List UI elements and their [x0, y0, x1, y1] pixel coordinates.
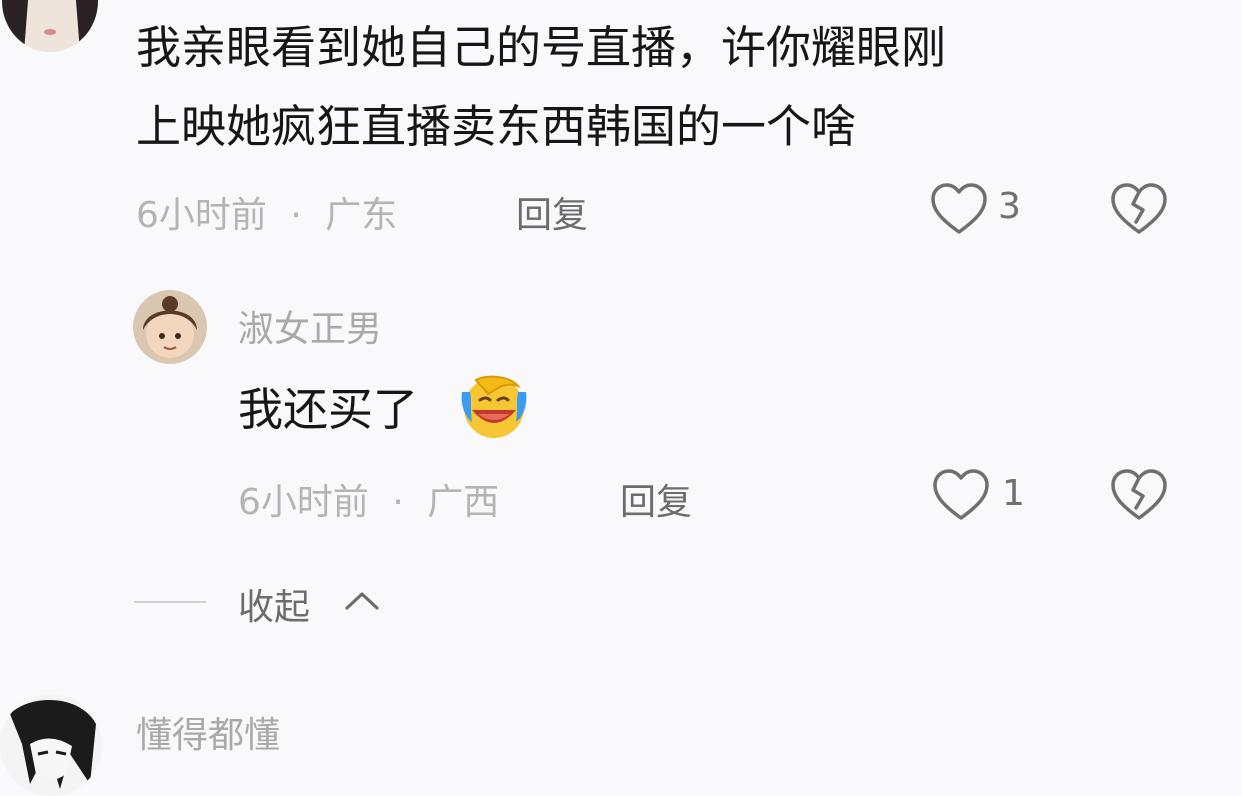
- avatar[interactable]: [2, 0, 98, 52]
- reply-text-content: 我还买了: [238, 383, 419, 436]
- separator-dot: ·: [290, 195, 302, 236]
- divider-line: [134, 601, 206, 603]
- collapse-button[interactable]: 收起: [238, 578, 310, 630]
- location: 广西: [427, 482, 500, 523]
- username[interactable]: 淑女正男: [238, 300, 382, 352]
- crying-laughing-emoji-icon: [458, 372, 530, 440]
- like-button[interactable]: [932, 468, 990, 522]
- comment-text: 我亲眼看到她自己的号直播，许你耀眼刚: [136, 21, 947, 74]
- broken-heart-icon: [1111, 469, 1167, 520]
- avatar[interactable]: [0, 694, 102, 796]
- dislike-button[interactable]: [1110, 468, 1168, 522]
- dislike-button[interactable]: [1110, 182, 1168, 236]
- broken-heart-icon: [1111, 183, 1167, 234]
- chevron-up-icon[interactable]: [343, 588, 381, 612]
- timestamp: 6小时前: [238, 482, 369, 523]
- like-count: 3: [998, 186, 1021, 227]
- like-button[interactable]: [930, 182, 988, 236]
- location: 广东: [325, 195, 398, 236]
- reply-button[interactable]: 回复: [620, 473, 692, 525]
- comment-text: 上映她疯狂直播卖东西韩国的一个啥: [136, 100, 857, 153]
- timestamp: 6小时前: [136, 195, 267, 236]
- avatar[interactable]: [133, 290, 207, 364]
- reply-meta: 6小时前 · 广西: [238, 473, 499, 525]
- heart-outline-icon: [933, 469, 989, 520]
- separator-dot: ·: [392, 482, 404, 523]
- reply-text: 我还买了: [238, 371, 418, 448]
- comment-meta: 6小时前 · 广东: [136, 186, 397, 238]
- like-count: 1: [1002, 473, 1025, 514]
- reply-button[interactable]: 回复: [516, 186, 588, 238]
- heart-outline-icon: [931, 183, 987, 234]
- username[interactable]: 懂得都懂: [136, 706, 280, 758]
- collapse-label: 收起: [238, 587, 311, 628]
